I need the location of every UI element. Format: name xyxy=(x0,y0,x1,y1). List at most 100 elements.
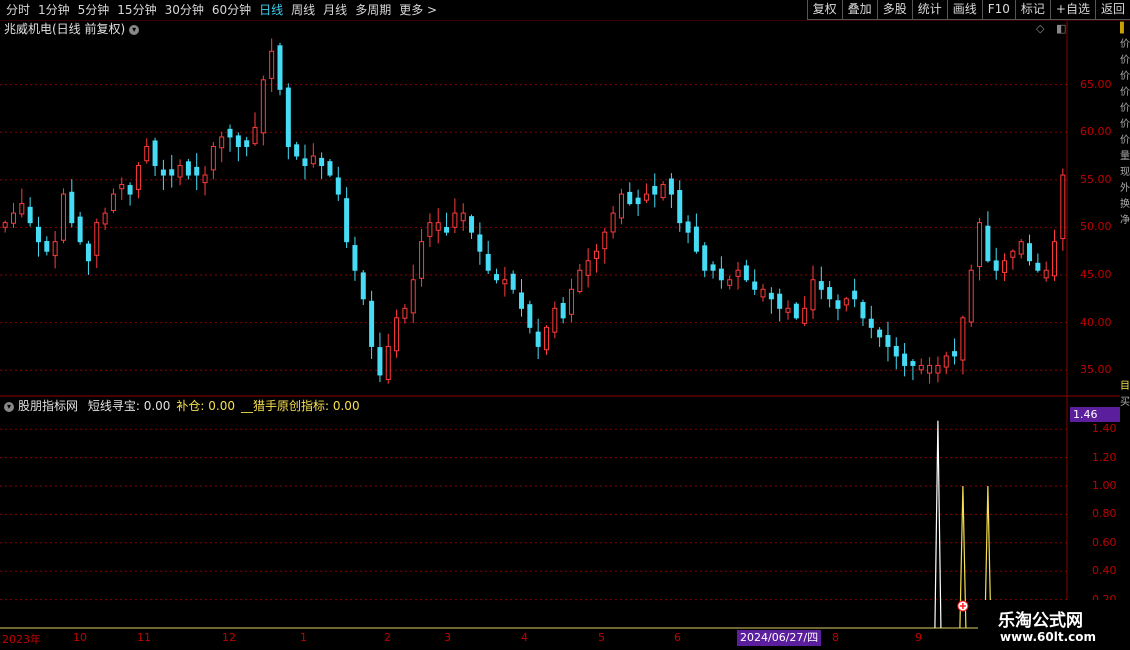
candle-body-24 xyxy=(202,174,208,184)
candle-body-90 xyxy=(752,281,758,290)
candle-body-19 xyxy=(160,169,166,176)
right-info-strip[interactable]: ▌ 价价价价价价价量现外换净 目买 xyxy=(1120,21,1130,631)
candle-body-115 xyxy=(960,317,966,361)
price-tick-1: 60.00 xyxy=(1080,125,1112,139)
price-tick-2: 55.00 xyxy=(1080,172,1112,186)
indicator-item-0: 短线寻宝: 0.00 xyxy=(87,399,171,413)
candle-body-2 xyxy=(19,203,25,215)
date-tick-1: 10 xyxy=(73,631,87,644)
candle-body-114 xyxy=(952,351,958,357)
price-tick-6: 35.00 xyxy=(1080,363,1112,377)
candle-body-60 xyxy=(502,279,508,285)
candle-body-35 xyxy=(294,144,300,157)
price-tick-3: 50.00 xyxy=(1080,220,1112,234)
candle-body-81 xyxy=(677,190,683,224)
candle-body-84 xyxy=(702,245,708,271)
date-tick-7: 4 xyxy=(521,631,528,644)
indicator-tick-5: 0.40 xyxy=(1092,564,1117,578)
kline-chart xyxy=(0,21,1120,629)
candle-body-87 xyxy=(727,279,733,286)
date-tick-2: 11 xyxy=(137,631,151,644)
candle-body-95 xyxy=(793,303,799,319)
indicator-name: 股朋指标网 xyxy=(18,399,79,413)
candle-body-15 xyxy=(127,185,133,195)
candle-body-77 xyxy=(643,193,649,201)
price-tick-4: 45.00 xyxy=(1080,268,1112,281)
candle-body-16 xyxy=(135,165,141,190)
candle-body-120 xyxy=(1002,260,1008,273)
candle-body-51 xyxy=(427,222,433,237)
candle-body-111 xyxy=(927,364,933,374)
chevron-down-icon[interactable]: ▾ xyxy=(4,401,14,412)
date-tick-5: 2 xyxy=(384,631,391,644)
candle-body-124 xyxy=(1035,262,1041,271)
candle-body-88 xyxy=(735,269,741,277)
candle-body-64 xyxy=(535,331,541,347)
candle-body-46 xyxy=(385,345,391,380)
candle-body-7 xyxy=(60,193,66,241)
candle-body-125 xyxy=(1043,269,1049,279)
candle-body-85 xyxy=(710,264,716,271)
stock-title: 兆威机电(日线 前复权) xyxy=(4,22,126,36)
candle-body-67 xyxy=(560,302,566,319)
candle-body-30 xyxy=(252,126,258,145)
candle-body-45 xyxy=(377,347,383,376)
candle-body-69 xyxy=(577,269,583,292)
candle-body-72 xyxy=(602,231,608,250)
candle-body-11 xyxy=(94,222,100,256)
candle-body-31 xyxy=(260,79,266,134)
candle-body-5 xyxy=(44,241,50,252)
candle-body-65 xyxy=(543,326,549,351)
date-tick-10: 8 xyxy=(832,631,839,644)
candle-body-62 xyxy=(519,292,525,309)
candle-body-13 xyxy=(110,193,116,212)
candle-body-86 xyxy=(718,268,724,281)
candle-body-78 xyxy=(652,185,658,195)
chevron-down-icon[interactable]: ▾ xyxy=(129,24,140,35)
candle-body-107 xyxy=(893,345,899,357)
candle-body-99 xyxy=(827,287,833,300)
window-toggle-icon[interactable]: ◧ xyxy=(1056,22,1066,35)
price-tick-5: 40.00 xyxy=(1080,315,1112,329)
candle-body-1 xyxy=(10,212,16,224)
candle-body-6 xyxy=(52,241,58,257)
indicator-spike-0-0 xyxy=(934,420,942,629)
indicator-tick-3: 0.80 xyxy=(1092,507,1117,521)
candle-body-4 xyxy=(35,226,41,243)
candle-body-91 xyxy=(760,288,766,298)
candle-body-57 xyxy=(477,234,483,252)
candle-body-108 xyxy=(902,353,908,366)
candle-body-26 xyxy=(219,136,225,149)
candle-body-117 xyxy=(977,222,983,268)
candle-body-122 xyxy=(1018,241,1024,255)
candle-body-8 xyxy=(69,191,75,224)
candle-body-105 xyxy=(877,329,883,338)
candle-body-37 xyxy=(310,155,316,165)
date-axis: 2024/06/27/四 2023年 10 11 12 1 2 3 4 5 6 8 9 xyxy=(0,630,1000,650)
candle-body-38 xyxy=(319,157,325,167)
candle-body-127 xyxy=(1060,174,1066,240)
candle-body-20 xyxy=(169,169,175,176)
candle-body-23 xyxy=(194,166,200,176)
indicator-tick-0: 1.40 xyxy=(1092,422,1117,436)
candle-body-92 xyxy=(768,292,774,300)
candle-body-118 xyxy=(985,225,991,262)
candle-body-89 xyxy=(743,265,749,281)
candle-body-28 xyxy=(235,135,241,147)
candle-body-58 xyxy=(485,253,491,271)
candle-body-73 xyxy=(610,212,616,233)
candle-body-29 xyxy=(244,140,250,147)
candle-body-74 xyxy=(618,193,624,219)
candle-body-18 xyxy=(152,140,158,167)
candle-body-21 xyxy=(177,165,183,178)
candle-body-75 xyxy=(627,191,633,205)
candle-body-106 xyxy=(885,335,891,347)
date-tick-3: 12 xyxy=(222,631,236,644)
indicator-current-value: 1.46 xyxy=(1070,407,1120,422)
candle-body-110 xyxy=(918,364,924,371)
candle-body-47 xyxy=(394,317,400,352)
diamond-icon[interactable]: ◇ xyxy=(1036,22,1044,35)
candle-body-52 xyxy=(435,222,441,231)
candle-body-17 xyxy=(144,145,150,162)
candle-body-34 xyxy=(285,87,291,147)
